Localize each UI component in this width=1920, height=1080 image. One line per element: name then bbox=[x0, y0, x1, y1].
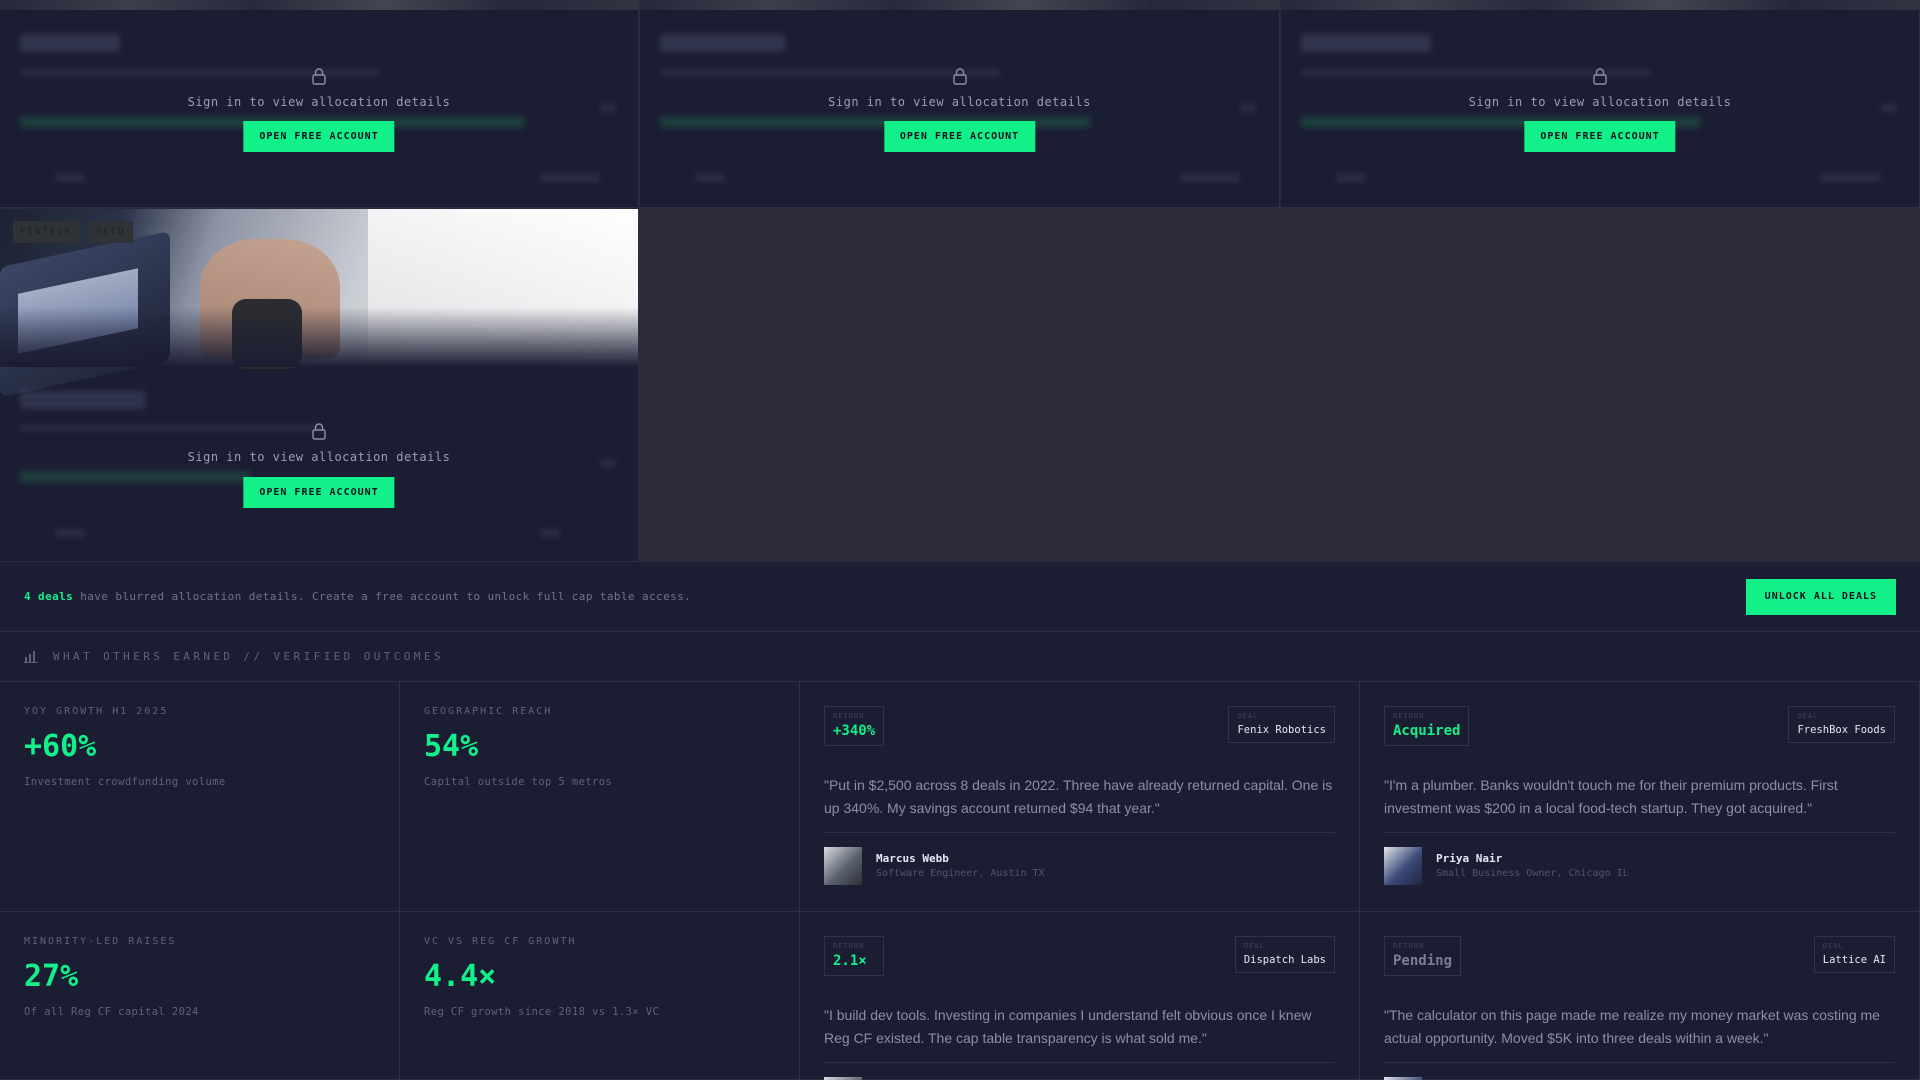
deal-card: Sign in to view allocation details OPEN … bbox=[640, 0, 1280, 208]
testimonial-quote: "The calculator on this page made me rea… bbox=[1384, 1007, 1880, 1046]
card-image bbox=[1281, 0, 1919, 10]
author-role: Small Business Owner, Chicago IL bbox=[1436, 868, 1629, 879]
signin-message: Sign in to view allocation details bbox=[828, 95, 1091, 109]
section-title: WHAT OTHERS EARNED // VERIFIED OUTCOMES bbox=[53, 650, 444, 663]
deal-card: Sign in to view allocation details OPEN … bbox=[1281, 0, 1920, 208]
avatar bbox=[1384, 847, 1422, 885]
stat-description: Of all Reg CF capital 2024 bbox=[24, 1006, 199, 1018]
testimonial-card: RETURN Pending DEAL Lattice AI "The calc… bbox=[1360, 912, 1920, 1080]
divider bbox=[824, 832, 1335, 833]
deal-name: Fenix Robotics bbox=[1237, 724, 1326, 736]
return-badge: RETURN Acquired bbox=[1384, 706, 1470, 746]
deal-name: Lattice AI bbox=[1822, 954, 1886, 966]
author-name: Priya Nair bbox=[1436, 852, 1503, 865]
stat-value: +60% bbox=[24, 729, 97, 764]
lock-icon bbox=[952, 67, 968, 85]
deal-badge: DEAL Dispatch Labs bbox=[1234, 936, 1335, 973]
deal-card: FINTECH SEED Sign in to view allocation … bbox=[0, 209, 639, 562]
divider bbox=[1384, 832, 1895, 833]
banner-message: 4 deals have blurred allocation details.… bbox=[24, 590, 691, 603]
deal-name: FreshBox Foods bbox=[1797, 724, 1886, 736]
testimonial-card: RETURN 2.1× DEAL Dispatch Labs "I build … bbox=[800, 912, 1360, 1080]
stat-label: GEOGRAPHIC REACH bbox=[424, 706, 553, 717]
deal-name: Dispatch Labs bbox=[1243, 954, 1326, 966]
return-value: +340% bbox=[833, 723, 876, 739]
unlock-all-deals-button[interactable]: UNLOCK ALL DEALS bbox=[1745, 579, 1896, 615]
author-role: Software Engineer, Austin TX bbox=[876, 868, 1045, 879]
lock-icon bbox=[311, 422, 327, 440]
testimonial-quote: "Put in $2,500 across 8 deals in 2022. T… bbox=[824, 777, 1333, 816]
deal-badge: DEAL FreshBox Foods bbox=[1788, 706, 1895, 743]
lock-icon bbox=[311, 67, 327, 85]
divider bbox=[824, 1062, 1335, 1063]
stat-card: GEOGRAPHIC REACH 54% Capital outside top… bbox=[400, 682, 800, 912]
return-badge: RETURN +340% bbox=[824, 706, 885, 746]
stat-description: Capital outside top 5 metros bbox=[424, 776, 613, 788]
deal-card: Sign in to view allocation details OPEN … bbox=[0, 0, 639, 208]
stat-label: MINORITY-LED RAISES bbox=[24, 936, 177, 947]
sector-tag: FINTECH bbox=[13, 221, 79, 243]
stat-card: VC VS REG CF GROWTH 4.4× Reg CF growth s… bbox=[400, 912, 800, 1080]
deal-badge: DEAL Fenix Robotics bbox=[1228, 706, 1335, 743]
author-name: Marcus Webb bbox=[876, 852, 949, 865]
stat-description: Investment crowdfunding volume bbox=[24, 776, 226, 788]
return-value: 2.1× bbox=[833, 953, 867, 969]
stat-label: YOY GROWTH H1 2025 bbox=[24, 706, 169, 717]
open-free-account-button[interactable]: OPEN FREE ACCOUNT bbox=[883, 121, 1036, 152]
testimonial-quote: "I'm a plumber. Banks wouldn't touch me … bbox=[1384, 777, 1838, 816]
testimonial-quote: "I build dev tools. Investing in compani… bbox=[824, 1007, 1312, 1046]
stat-value: 54% bbox=[424, 729, 479, 764]
open-free-account-button[interactable]: OPEN FREE ACCOUNT bbox=[1524, 121, 1676, 152]
open-free-account-button[interactable]: OPEN FREE ACCOUNT bbox=[243, 477, 395, 508]
outcomes-grid: YOY GROWTH H1 2025 +60% Investment crowd… bbox=[0, 682, 1920, 1080]
return-value: Acquired bbox=[1393, 723, 1461, 739]
card-image bbox=[0, 0, 638, 10]
banner-text: have blurred allocation details. Create … bbox=[80, 590, 692, 603]
testimonial-card: RETURN +340% DEAL Fenix Robotics "Put in… bbox=[800, 682, 1360, 912]
stat-value: 4.4× bbox=[424, 959, 497, 994]
return-badge: RETURN Pending bbox=[1384, 936, 1462, 976]
testimonial-card: RETURN Acquired DEAL FreshBox Foods "I'm… bbox=[1360, 682, 1920, 912]
return-value: Pending bbox=[1393, 953, 1453, 969]
deal-badge: DEAL Lattice AI bbox=[1813, 936, 1895, 973]
open-free-account-button[interactable]: OPEN FREE ACCOUNT bbox=[243, 121, 395, 152]
stat-card: MINORITY-LED RAISES 27% Of all Reg CF ca… bbox=[0, 912, 400, 1080]
stat-card: YOY GROWTH H1 2025 +60% Investment crowd… bbox=[0, 682, 400, 912]
card-image bbox=[640, 0, 1279, 10]
deal-count: 4 deals bbox=[24, 590, 74, 603]
stat-value: 27% bbox=[24, 959, 79, 994]
stage-tag: SEED bbox=[89, 221, 133, 243]
unlock-banner: 4 deals have blurred allocation details.… bbox=[0, 562, 1920, 632]
deal-cards-grid: Sign in to view allocation details OPEN … bbox=[0, 0, 1920, 562]
stat-description: Reg CF growth since 2018 vs 1.3× VC bbox=[424, 1006, 660, 1018]
signin-message: Sign in to view allocation details bbox=[1468, 95, 1732, 109]
outcomes-header: WHAT OTHERS EARNED // VERIFIED OUTCOMES bbox=[0, 632, 1920, 682]
avatar bbox=[824, 847, 862, 885]
bar-chart-icon bbox=[24, 651, 38, 663]
return-badge: RETURN 2.1× bbox=[824, 936, 884, 976]
lock-icon bbox=[1592, 67, 1608, 85]
stat-label: VC VS REG CF GROWTH bbox=[424, 936, 577, 947]
signin-message: Sign in to view allocation details bbox=[187, 450, 451, 464]
signin-message: Sign in to view allocation details bbox=[187, 95, 451, 109]
divider bbox=[1384, 1062, 1895, 1063]
